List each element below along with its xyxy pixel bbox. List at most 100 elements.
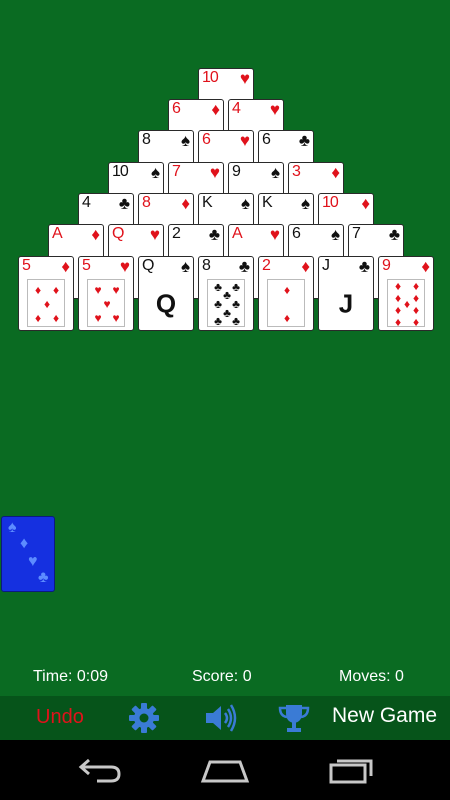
- heart-icon: ♥: [239, 69, 250, 88]
- gear-icon[interactable]: [128, 702, 160, 739]
- card-rank: A: [52, 225, 63, 242]
- back-icon[interactable]: [77, 756, 123, 789]
- heart-icon: ♥: [209, 163, 220, 182]
- card-rank: 5: [82, 257, 91, 274]
- diamond-icon: ♦: [331, 163, 340, 182]
- card-rank: 6: [202, 131, 211, 148]
- new-game-button[interactable]: New Game: [332, 704, 437, 728]
- card-pips: ♦ ♦ ♦ ♦ ♦: [27, 279, 65, 327]
- time-display: Time: 0:09: [33, 668, 108, 685]
- card-rank: 10: [112, 163, 129, 180]
- stock-pile[interactable]: ♠ ♦ ♥ ♣: [1, 516, 55, 592]
- diamond-pip-icon: ♦: [283, 311, 291, 325]
- club-pip-icon: ♣: [232, 280, 240, 294]
- card-face-letter: J: [338, 288, 354, 319]
- card-rank: 8: [202, 257, 211, 274]
- card-rank: 10: [202, 69, 219, 86]
- card-rank: 9: [232, 163, 241, 180]
- heart-icon: ♥: [119, 257, 130, 276]
- card-8-of-clubs[interactable]: 8 ♣ ♣ ♣ ♣ ♣ ♣ ♣ ♣ ♣: [198, 256, 254, 331]
- heart-pip-icon: ♥: [112, 311, 120, 325]
- heart-icon: ♥: [239, 131, 250, 150]
- trophy-icon[interactable]: [277, 702, 311, 739]
- card-back-diamond-icon: ♦: [20, 535, 29, 552]
- card-9-of-diamonds[interactable]: 9 ♦ ♦ ♦ ♦ ♦ ♦ ♦ ♦ ♦ ♦: [378, 256, 434, 331]
- diamond-pip-icon: ♦: [394, 315, 402, 329]
- card-rank: 6: [262, 131, 271, 148]
- card-face-letter: Q: [155, 288, 177, 319]
- card-jack-of-clubs[interactable]: J ♣ J: [318, 256, 374, 331]
- club-icon: ♣: [118, 194, 130, 213]
- spade-icon: ♠: [240, 194, 250, 213]
- diamond-pip-icon: ♦: [52, 311, 60, 325]
- card-back-spade-icon: ♠: [8, 519, 17, 536]
- club-pip-icon: ♣: [214, 314, 222, 328]
- moves-display: Moves: 0: [339, 668, 404, 685]
- club-pip-icon: ♣: [232, 297, 240, 311]
- card-rank: 9: [382, 257, 391, 274]
- heart-pip-icon: ♥: [103, 297, 111, 311]
- spade-icon: ♠: [150, 163, 160, 182]
- diamond-icon: ♦: [301, 257, 310, 276]
- card-rank: K: [262, 194, 273, 211]
- score-display: Score: 0: [192, 668, 252, 685]
- spade-icon: ♠: [300, 194, 310, 213]
- card-rank: 5: [22, 257, 31, 274]
- diamond-icon: ♦: [91, 225, 100, 244]
- spade-icon: ♠: [180, 257, 190, 276]
- sound-icon[interactable]: [203, 702, 239, 739]
- recent-apps-icon[interactable]: [328, 756, 374, 789]
- card-rank: 6: [172, 100, 181, 117]
- heart-pip-icon: ♥: [94, 283, 102, 297]
- spade-icon: ♠: [330, 225, 340, 244]
- club-pip-icon: ♣: [223, 306, 231, 320]
- heart-icon: ♥: [149, 225, 160, 244]
- card-5-of-hearts[interactable]: 5 ♥ ♥ ♥ ♥ ♥ ♥: [78, 256, 134, 331]
- bottom-toolbar: Undo New Game: [0, 696, 450, 740]
- club-pip-icon: ♣: [214, 297, 222, 311]
- diamond-icon: ♦: [421, 257, 430, 276]
- card-rank: Q: [112, 225, 124, 242]
- card-pips: ♦ ♦ ♦ ♦ ♦ ♦ ♦ ♦ ♦: [387, 279, 425, 329]
- card-5-of-diamonds[interactable]: 5 ♦ ♦ ♦ ♦ ♦ ♦: [18, 256, 74, 331]
- diamond-icon: ♦: [181, 194, 190, 213]
- card-pips: ♦ ♦: [267, 279, 305, 327]
- undo-button[interactable]: Undo: [36, 706, 84, 729]
- heart-pip-icon: ♥: [112, 283, 120, 297]
- home-icon[interactable]: [200, 756, 250, 789]
- diamond-pip-icon: ♦: [52, 283, 60, 297]
- diamond-pip-icon: ♦: [403, 297, 411, 311]
- card-rank: 3: [292, 163, 301, 180]
- diamond-icon: ♦: [361, 194, 370, 213]
- diamond-pip-icon: ♦: [34, 311, 42, 325]
- diamond-icon: ♦: [211, 100, 220, 119]
- club-icon: ♣: [208, 225, 220, 244]
- card-rank: 8: [142, 194, 151, 211]
- card-rank: A: [232, 225, 243, 242]
- card-queen-of-spades[interactable]: Q ♠ Q: [138, 256, 194, 331]
- card-back-heart-icon: ♥: [28, 553, 38, 570]
- card-rank: 2: [262, 257, 271, 274]
- diamond-icon: ♦: [61, 257, 70, 276]
- card-2-of-diamonds[interactable]: 2 ♦ ♦ ♦: [258, 256, 314, 331]
- stats-bar: Time: 0:09 Score: 0 Moves: 0: [0, 664, 450, 692]
- card-rank: 6: [292, 225, 301, 242]
- club-pip-icon: ♣: [214, 280, 222, 294]
- card-rank: K: [202, 194, 213, 211]
- card-pips: ♥ ♥ ♥ ♥ ♥: [87, 279, 125, 327]
- game-table: 10 ♥ 6 ♦ 4 ♥ 8 ♠ 6 ♥ 6 ♣ 10 ♠ 7 ♥ 9 ♠ 3 ♦ 4 ♣ 8 ♦ K ♠ K ♠ 10 ♦ A ♦ Q ♥ 2 ♣ A…: [0, 0, 450, 696]
- heart-icon: ♥: [269, 100, 280, 119]
- spade-icon: ♠: [270, 163, 280, 182]
- club-icon: ♣: [298, 131, 310, 150]
- club-icon: ♣: [358, 257, 370, 276]
- diamond-pip-icon: ♦: [412, 315, 420, 329]
- club-pip-icon: ♣: [232, 314, 240, 328]
- card-rank: 7: [352, 225, 361, 242]
- card-back-club-icon: ♣: [38, 569, 49, 586]
- diamond-pip-icon: ♦: [43, 297, 51, 311]
- card-pips: ♣ ♣ ♣ ♣ ♣ ♣ ♣ ♣: [207, 279, 245, 327]
- card-rank: 4: [232, 100, 241, 117]
- card-rank: 2: [172, 225, 181, 242]
- card-rank: 10: [322, 194, 339, 211]
- heart-icon: ♥: [269, 225, 280, 244]
